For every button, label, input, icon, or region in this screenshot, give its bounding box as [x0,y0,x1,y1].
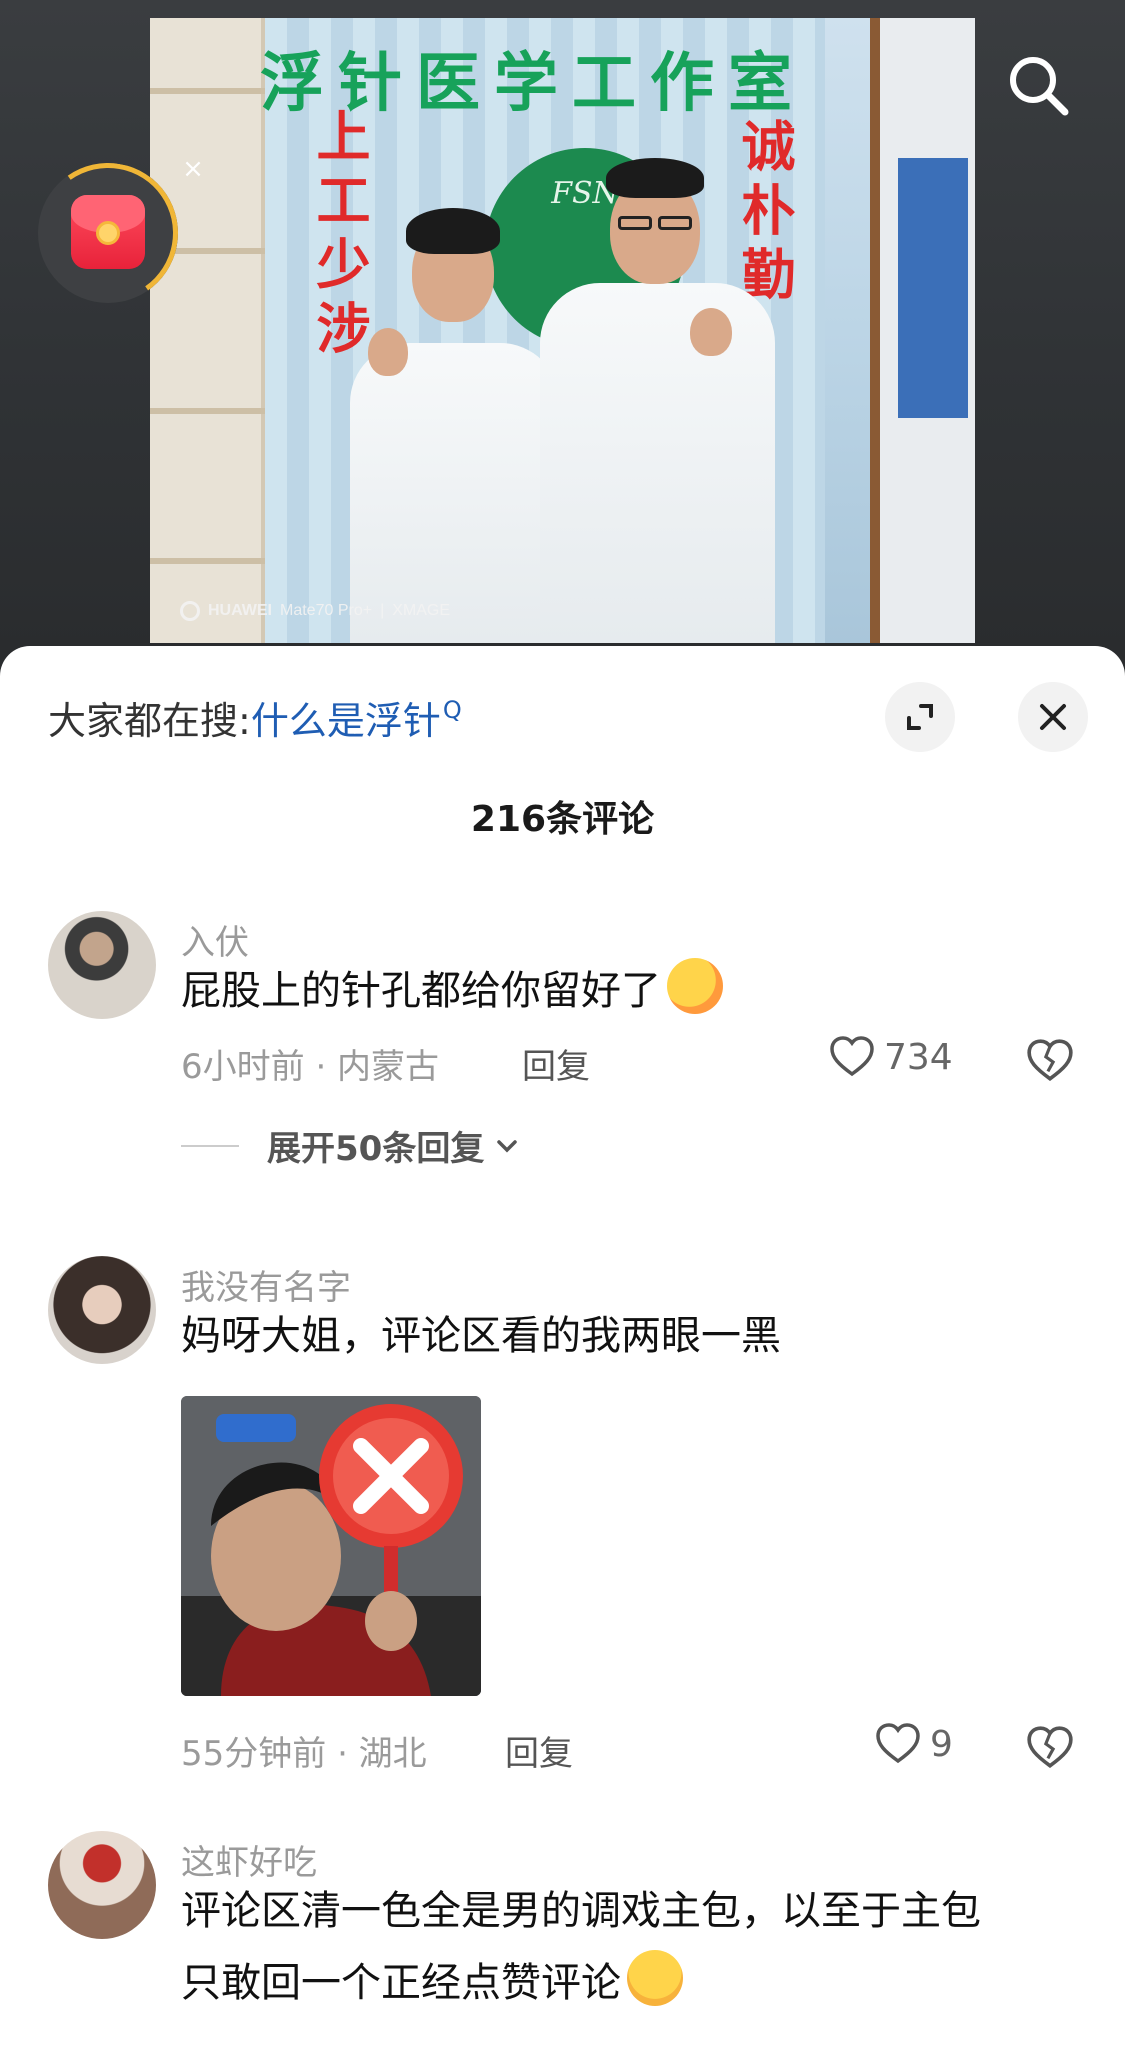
comment-text-content: 屁股上的针孔都给你留好了 [181,968,661,1014]
sticker-illustration [181,1396,481,1696]
crying-laughing-emoji-icon [627,1950,683,2006]
camera-ring-icon [180,601,200,621]
comment-panel: 大家都在搜:什么是浮针Q 216条评论 入伏 屁股上的针孔都给你留好了 6小时前… [0,646,1125,2069]
comment-sticker-image[interactable] [181,1396,481,1696]
comment-time-location: 55分钟前 · 湖北 [181,1734,427,1774]
search-icon[interactable] [1003,50,1073,120]
avatar[interactable] [48,1831,156,1939]
video-player[interactable]: 浮针医学工作室 上工少涉 诚朴勤 FSN HUAWEI Mate70 Pro+ … [0,0,1125,660]
comment-count: 216条评论 [470,799,655,840]
search-small-icon: Q [442,696,462,724]
trending-search-keyword[interactable]: 什么是浮针 [251,699,441,743]
comment-text-line-1: 评论区清一色全是男的调戏主包，以至于主包 [181,1888,981,1934]
avatar[interactable] [48,911,156,1019]
expand-icon [907,704,933,730]
like-count: 734 [884,1036,953,1078]
expand-button[interactable] [885,682,955,752]
comment-text-content: 只敢回一个正经点赞评论 [181,1960,621,2006]
hugging-face-emoji-icon [667,958,723,1014]
red-packet-close-icon[interactable]: × [178,154,208,184]
red-envelope-icon [71,195,145,269]
camera-watermark: HUAWEI Mate70 Pro+ | XMAGE [180,601,450,621]
heart-icon [830,1036,874,1077]
doctor-woman [350,208,560,643]
trending-search-prefix: 大家都在搜: [48,699,251,743]
comment-text-line-2: 只敢回一个正经点赞评论 [181,1947,683,2019]
like-button[interactable]: 9 [874,1720,953,1768]
broken-heart-icon[interactable] [1025,1036,1075,1086]
avatar[interactable] [48,1256,156,1364]
comment-text: 妈呀大姐，评论区看的我两眼一黑 [181,1313,781,1359]
comment-time-location: 6小时前 · 内蒙古 [181,1047,440,1087]
watermark-model: Mate70 Pro+ [280,602,373,619]
red-packet-widget[interactable] [26,151,190,315]
watermark-xmage: XMAGE [392,602,451,619]
reply-button[interactable]: 回复 [522,1039,590,1088]
video-frame-photo: 浮针医学工作室 上工少涉 诚朴勤 FSN HUAWEI Mate70 Pro+ … [150,18,975,643]
expand-replies-label: 展开50条回复 [267,1129,485,1169]
reply-button[interactable]: 回复 [505,1726,573,1775]
close-button[interactable] [1018,682,1088,752]
like-button[interactable]: 734 [828,1033,953,1081]
bookshelf [150,18,265,643]
divider [181,1144,239,1147]
expand-replies[interactable]: 展开50条回复 [181,1121,522,1170]
doctor-man [540,158,775,643]
watermark-brand: HUAWEI [208,602,272,619]
watermark-separator: | [380,602,385,619]
chevron-down-icon [497,1139,518,1152]
close-icon [1040,704,1066,730]
wall-poster [898,158,968,418]
like-count: 9 [930,1723,953,1765]
broken-heart-icon[interactable] [1025,1723,1075,1773]
heart-icon [876,1723,920,1764]
trending-search[interactable]: 大家都在搜:什么是浮针Q [48,690,462,745]
comment-text: 屁股上的针孔都给你留好了 [181,955,723,1027]
